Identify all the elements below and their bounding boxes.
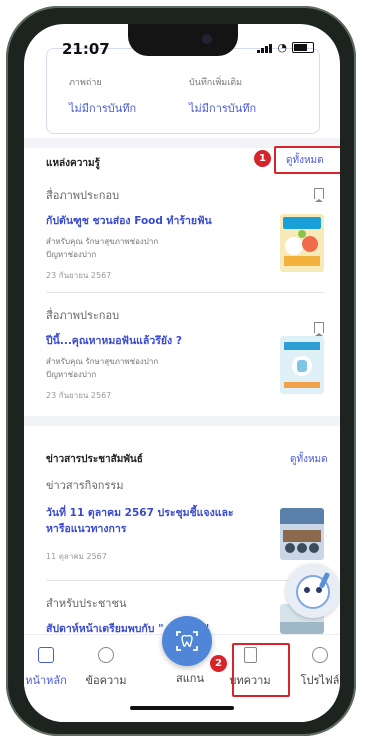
tab-messages[interactable]: ข้อความ	[76, 647, 136, 689]
photo-value: ไม่มีการบันทึก	[69, 102, 137, 115]
news-see-all-link[interactable]: ดูทั้งหมด	[290, 452, 328, 467]
news-section-title: ข่าวสารประชาสัมพันธ์	[46, 454, 143, 465]
annotation-badge-2: 2	[210, 655, 227, 672]
tooth-scan-icon	[176, 631, 198, 651]
news-thumbnail	[280, 508, 324, 560]
battery-icon	[292, 42, 314, 53]
record-summary-card: ภาพถ่าย ไม่มีการบันทึก บันทึกเพิ่มเติม ไ…	[46, 48, 320, 134]
article-thumbnail	[280, 336, 324, 394]
news-category: ข่าวสารกิจกรรม	[46, 479, 124, 492]
bookmark-icon[interactable]	[314, 188, 324, 202]
notes-value: ไม่มีการบันทึก	[189, 102, 257, 115]
article-title: กัปตันฑูช ชวนส่อง Food ทำร้ายฟัน	[46, 215, 212, 227]
notes-label: บันทึกเพิ่มเติม	[189, 78, 243, 88]
article-category: สื่อภาพประกอบ	[46, 189, 120, 202]
article-category: สื่อภาพประกอบ	[46, 309, 120, 322]
section-gap	[24, 416, 340, 426]
tab-profile-label: โปรไฟล์	[300, 674, 340, 687]
wifi-icon: ◔	[277, 41, 287, 54]
signal-icon	[257, 43, 273, 53]
app-screen: ภาพถ่าย ไม่มีการบันทึก บันทึกเพิ่มเติม ไ…	[24, 24, 340, 722]
home-icon	[38, 647, 54, 663]
photo-label: ภาพถ่าย	[69, 78, 102, 88]
annotation-badge-1: 1	[254, 150, 271, 167]
scan-button[interactable]	[162, 616, 212, 666]
knowledge-see-all-link[interactable]: ดูทั้งหมด	[286, 153, 324, 168]
photo-summary: ภาพถ่าย ไม่มีการบันทึก	[69, 75, 136, 117]
profile-icon	[312, 647, 328, 663]
home-indicator	[130, 706, 234, 710]
news-title: สัปดาห์หน้าเตรียมพบกับ "...ฟันสุข"	[46, 623, 210, 634]
knowledge-section-title: แหล่งความรู้	[46, 158, 100, 169]
tab-scan-label: สแกน	[176, 672, 204, 685]
tab-home[interactable]: หน้าหลัก	[24, 647, 76, 689]
chat-icon	[98, 647, 114, 663]
phone-frame: ภาพถ่าย ไม่มีการบันทึก บันทึกเพิ่มเติม ไ…	[6, 6, 356, 736]
articles-tab-highlight	[232, 643, 290, 697]
notes-summary: บันทึกเพิ่มเติม ไม่มีการบันทึก	[189, 75, 256, 117]
divider	[46, 292, 324, 293]
article-item[interactable]: สื่อภาพประกอบ กัปตันฑูช ชวนส่อง Food ทำร…	[46, 186, 324, 286]
tab-messages-label: ข้อความ	[85, 674, 127, 687]
news-title: วันที่ 11 ตุลาคม 2567 ประชุมชี้แจงและหาร…	[46, 507, 234, 535]
article-item[interactable]: สื่อภาพประกอบ ปีนี้...คุณหาหมอฟันแล้วรึย…	[46, 306, 324, 406]
divider	[46, 580, 324, 581]
article-title: ปีนี้...คุณหาหมอฟันแล้วรึยัง ?	[46, 335, 182, 347]
status-time: 21:07	[62, 40, 110, 58]
notch	[128, 24, 238, 56]
tab-home-label: หน้าหลัก	[25, 674, 67, 687]
mascot-assistant-icon[interactable]	[286, 564, 340, 618]
bookmark-icon[interactable]	[314, 322, 324, 336]
news-item[interactable]: ข่าวสารกิจกรรม วันที่ 11 ตุลาคม 2567 ประ…	[46, 476, 324, 566]
article-thumbnail	[280, 214, 324, 272]
tab-profile[interactable]: โปรไฟล์	[290, 647, 340, 689]
status-icons: ◔	[257, 41, 314, 54]
